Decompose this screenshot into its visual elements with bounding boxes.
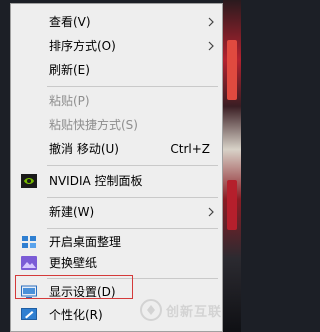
- menu-item-label: 新建(W): [49, 205, 95, 219]
- menu-separator: [47, 197, 218, 198]
- menu-item-undo-move[interactable]: 撤消 移动(U) Ctrl+Z: [11, 138, 222, 160]
- menu-item-label: 撤消 移动(U): [49, 142, 119, 156]
- chevron-right-icon: [208, 207, 214, 217]
- menu-item-label: 粘贴快捷方式(S): [49, 118, 138, 132]
- menu-item-nvidia-control-panel[interactable]: NVIDIA 控制面板: [11, 170, 222, 192]
- desktop-context-menu: 查看(V) 排序方式(O) 刷新(E) 粘贴(P) 粘贴快捷方式(S) 撤消 移…: [10, 3, 223, 332]
- chevron-right-icon: [208, 17, 214, 27]
- menu-item-label: 刷新(E): [49, 63, 90, 77]
- menu-item-label: 排序方式(O): [49, 39, 116, 53]
- menu-item-paste-shortcut: 粘贴快捷方式(S): [11, 114, 222, 136]
- menu-item-label: 粘贴(P): [49, 94, 90, 108]
- menu-separator: [47, 86, 218, 87]
- menu-item-refresh[interactable]: 刷新(E): [11, 59, 222, 81]
- menu-item-sort-by[interactable]: 排序方式(O): [11, 35, 222, 57]
- chevron-right-icon: [208, 41, 214, 51]
- menu-item-label: 个性化(R): [49, 308, 103, 322]
- menu-item-new[interactable]: 新建(W): [11, 201, 222, 223]
- wallpaper-icon: [21, 256, 37, 270]
- menu-item-label: 开启桌面整理: [49, 235, 122, 249]
- desktop-organizer-icon: [22, 236, 36, 248]
- personalize-icon: [21, 308, 37, 320]
- menu-item-change-wallpaper[interactable]: 更换壁纸: [11, 252, 222, 274]
- menu-item-desktop-organizer[interactable]: 开启桌面整理: [11, 231, 222, 253]
- watermark-text: 创新互联: [166, 304, 223, 320]
- menu-separator: [47, 228, 218, 229]
- nvidia-icon: [21, 174, 37, 188]
- desktop-wallpaper: [223, 0, 241, 332]
- menu-item-shortcut: Ctrl+Z: [170, 142, 210, 156]
- watermark-logo-icon: [140, 299, 162, 321]
- highlight-annotation-box: [15, 275, 133, 299]
- wallpaper-accent: [227, 180, 237, 230]
- menu-item-label: 查看(V): [49, 15, 91, 29]
- menu-item-label: NVIDIA 控制面板: [49, 174, 143, 188]
- menu-separator: [47, 165, 218, 166]
- wallpaper-accent: [227, 40, 237, 100]
- menu-item-view[interactable]: 查看(V): [11, 11, 222, 33]
- menu-item-paste: 粘贴(P): [11, 90, 222, 112]
- watermark: 创新互联: [140, 296, 240, 324]
- menu-item-label: 更换壁纸: [49, 256, 98, 270]
